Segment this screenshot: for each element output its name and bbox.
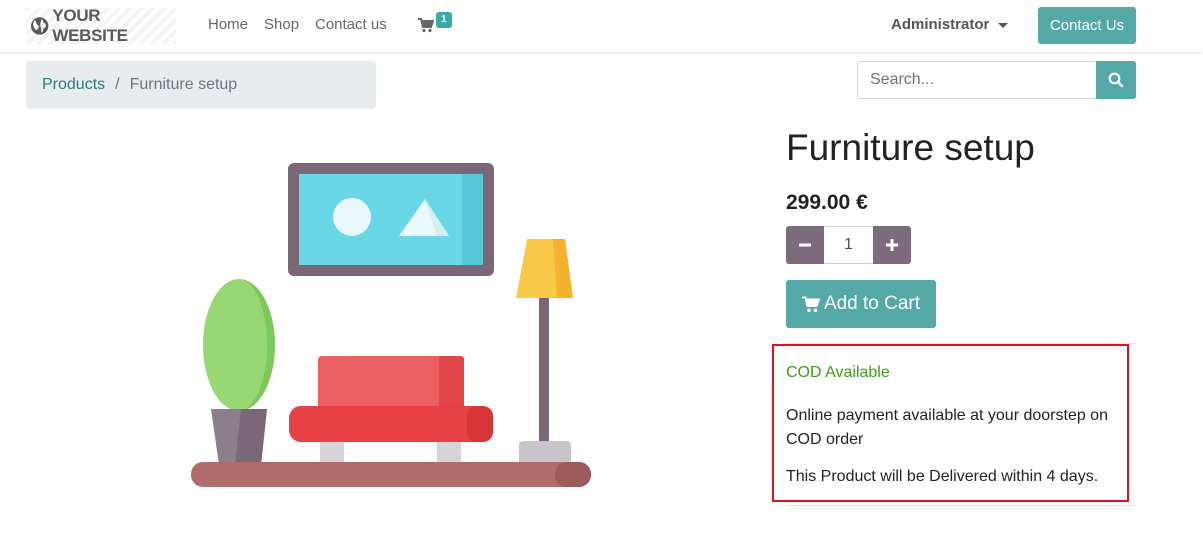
search-icon [1108,72,1124,88]
brand-logo[interactable]: YOUR WEBSITE [26,6,176,45]
caret-down-icon [998,22,1009,28]
user-name: Administrator [891,16,990,33]
breadcrumb: Products / Furniture setup [26,61,376,109]
navbar: YOUR WEBSITE Home Shop Contact us 1 Admi… [0,0,1203,52]
product-price: 299.00 € [786,191,868,214]
user-menu[interactable]: Administrator [891,16,1009,33]
add-to-cart-button[interactable]: Add to Cart [786,280,936,328]
search-form [857,61,1136,99]
cart-icon [418,18,434,33]
cod-available-text: COD Available [786,364,890,381]
quantity-input[interactable] [824,226,873,264]
contact-us-button[interactable]: Contact Us [1038,7,1136,44]
plus-icon [886,239,898,251]
globe-icon [30,17,49,35]
product-image [191,163,591,487]
breadcrumb-products-link[interactable]: Products [42,76,105,94]
search-button[interactable] [1096,61,1136,99]
quantity-stepper [786,226,911,264]
breadcrumb-separator: / [115,76,120,93]
online-payment-text: Online payment available at your doorste… [786,407,1108,448]
delivery-text: This Product will be Delivered within 4 … [786,468,1099,485]
nav-contact-us[interactable]: Contact us [315,16,387,33]
search-input[interactable] [857,61,1096,99]
cart-count-badge: 1 [436,12,452,28]
cart-icon [801,296,820,312]
quantity-decrease-button[interactable] [786,226,824,264]
nav-home[interactable]: Home [208,16,248,33]
nav-shop[interactable]: Shop [264,16,299,33]
brand-name: YOUR WEBSITE [52,6,128,45]
product-title: Furniture setup [786,127,1035,168]
divider [786,505,1136,506]
minus-icon [799,243,811,247]
cart-link[interactable]: 1 [418,12,452,33]
quantity-increase-button[interactable] [873,226,911,264]
breadcrumb-current: Furniture setup [129,76,238,93]
add-to-cart-label: Add to Cart [823,293,921,314]
